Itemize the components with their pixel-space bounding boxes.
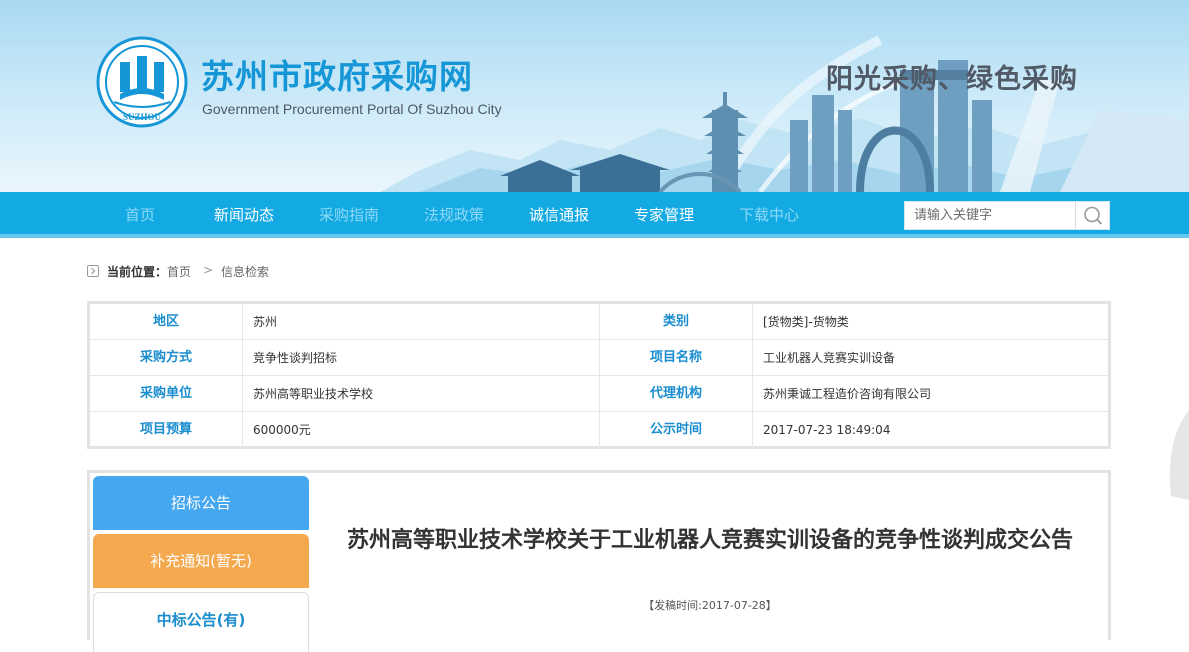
cell-label-method: 采购方式: [90, 340, 243, 376]
search-icon: [1084, 206, 1103, 225]
cell-value-region: 苏州: [243, 304, 600, 340]
cell-value-method: 竞争性谈判招标: [243, 340, 600, 376]
breadcrumb: 当前位置： 首页 > 信息检索: [87, 262, 387, 280]
side-decoration: [1169, 410, 1189, 500]
table-row: 项目预算 600000元 公示时间 2017-07-23 18:49:04: [90, 412, 1108, 448]
nav-item-home[interactable]: 首页: [88, 192, 192, 238]
breadcrumb-separator: >: [203, 263, 214, 277]
cell-label-project-name: 项目名称: [600, 340, 753, 376]
article-date: 【发稿时间:2017-07-28】: [643, 599, 777, 612]
article-title: 苏州高等职业技术学校关于工业机器人竞赛实训设备的竞争性谈判成交公告: [346, 528, 1073, 553]
cell-value-project-name: 工业机器人竞赛实训设备: [763, 351, 896, 365]
suzhou-logo-seal: SUZHOU: [96, 36, 188, 128]
announcement-panel: 招标公告 补充通知(暂无) 中标公告(有) 苏州高等职业技术学校关于工业机器人竞…: [87, 470, 1111, 652]
search-box: [904, 201, 1110, 230]
table-row: 地区 苏州 类别 [货物类]-货物类: [90, 304, 1108, 340]
cell-label-region: 地区: [90, 304, 243, 340]
project-info-table: 地区 苏州 类别 [货物类]-货物类 采购方式 竞争性谈判招标 项目名称 工业机…: [87, 301, 1111, 449]
nav-item-news[interactable]: 新闻动态: [192, 192, 296, 238]
slogan: 阳光采购、绿色采购: [826, 64, 1078, 95]
tab-bid-announcement[interactable]: 招标公告: [93, 476, 309, 530]
cell-label-publish-time: 公示时间: [600, 412, 753, 448]
breadcrumb-home-link[interactable]: 首页: [167, 263, 191, 280]
nav-item-experts[interactable]: 专家管理: [612, 192, 716, 238]
table-row: 采购单位 苏州高等职业技术学校 代理机构 苏州秉诚工程造价咨询有限公司: [90, 376, 1108, 412]
cell-value-category: [货物类]-货物类: [763, 315, 849, 329]
tab-award-announcement[interactable]: 中标公告(有): [93, 592, 309, 652]
nav-item-guide[interactable]: 采购指南: [297, 192, 401, 238]
table-row: 采购方式 竞争性谈判招标 项目名称 工业机器人竞赛实训设备: [90, 340, 1108, 376]
site-title[interactable]: 苏州市政府采购网: [201, 50, 473, 98]
breadcrumb-label: 当前位置：: [107, 265, 168, 279]
cell-value-purchaser: 苏州高等职业技术学校: [243, 376, 600, 412]
cell-label-budget: 项目预算: [90, 412, 243, 448]
location-icon: [87, 265, 99, 277]
nav-item-policy[interactable]: 法规政策: [402, 192, 506, 238]
search-input[interactable]: [905, 202, 1075, 229]
breadcrumb-current-page: 信息检索: [221, 265, 270, 279]
cell-value-publish-time: 2017-07-23 18:49:04: [763, 423, 891, 437]
cell-label-category: 类别: [600, 304, 753, 340]
search-button[interactable]: [1075, 202, 1109, 229]
cell-value-agency: 苏州秉诚工程造价咨询有限公司: [763, 387, 932, 401]
nav-item-downloads[interactable]: 下载中心: [717, 192, 821, 238]
main-nav: 首页 新闻动态 采购指南 法规政策 诚信通报 专家管理 下载中心: [0, 192, 1189, 238]
cell-label-agency: 代理机构: [600, 376, 753, 412]
cell-value-budget: 600000元: [243, 412, 600, 448]
tab-supplementary-notice[interactable]: 补充通知(暂无): [93, 534, 309, 588]
cell-label-purchaser: 采购单位: [90, 376, 243, 412]
site-subtitle: Government Procurement Portal Of Suzhou …: [202, 101, 502, 117]
logo-text: SUZHOU: [123, 112, 162, 122]
nav-item-credit[interactable]: 诚信通报: [507, 192, 611, 238]
header-banner: SUZHOU 苏州市政府采购网 Government Procurement P…: [0, 0, 1189, 192]
